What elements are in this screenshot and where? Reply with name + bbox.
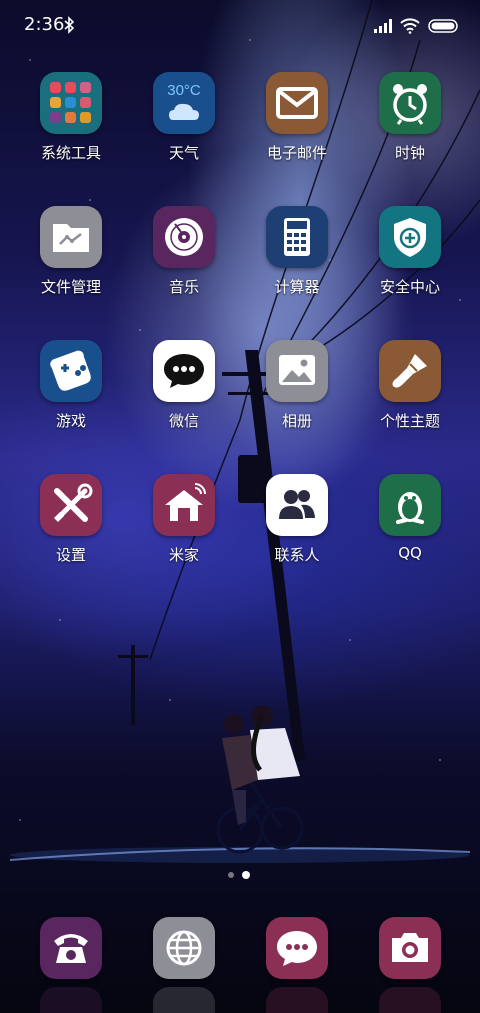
system-tools-folder-icon — [40, 72, 102, 134]
status-bar: 2:36 — [0, 0, 480, 52]
app-label: 时钟 — [394, 144, 425, 162]
gallery-icon — [266, 340, 328, 402]
app-label: 电子邮件 — [266, 144, 327, 162]
dock-browser[interactable] — [129, 917, 239, 979]
status-icons — [374, 16, 460, 36]
file-manager-icon — [40, 206, 102, 268]
bluetooth-icon — [64, 16, 75, 34]
music-disc-icon — [153, 206, 215, 268]
clock-icon — [379, 72, 441, 134]
gamepad-icon — [40, 340, 102, 402]
theme-brush-icon — [379, 340, 441, 402]
dock — [0, 917, 480, 1013]
dock-phone[interactable] — [16, 917, 126, 979]
page-dot-2-active[interactable] — [242, 871, 250, 879]
app-label: 米家 — [168, 546, 199, 564]
dock-reflection — [153, 987, 215, 1013]
dock-messages[interactable] — [242, 917, 352, 979]
app-security-center[interactable]: 安全中心 — [355, 206, 465, 297]
app-label: 天气 — [168, 144, 199, 162]
contacts-icon — [266, 474, 328, 536]
calculator-icon — [266, 206, 328, 268]
app-music[interactable]: 音乐 — [129, 206, 239, 297]
wechat-icon — [153, 340, 215, 402]
dock-camera[interactable] — [355, 917, 465, 979]
signal-icon — [374, 19, 392, 33]
app-clock[interactable]: 时钟 — [355, 72, 465, 163]
app-label: 游戏 — [55, 412, 86, 430]
weather-temperature: 30°C — [167, 82, 201, 99]
app-label: 个性主题 — [379, 412, 440, 430]
app-calculator[interactable]: 计算器 — [242, 206, 352, 297]
mijia-home-icon — [153, 474, 215, 536]
app-label: QQ — [398, 544, 422, 562]
app-label: 文件管理 — [40, 278, 101, 296]
app-label: 联系人 — [274, 546, 320, 564]
messages-icon — [266, 917, 328, 979]
battery-icon — [428, 19, 458, 33]
wifi-icon — [400, 18, 420, 34]
dock-reflection — [266, 987, 328, 1013]
page-dot-1[interactable] — [228, 872, 234, 878]
app-wechat[interactable]: 微信 — [129, 340, 239, 431]
phone-icon — [40, 917, 102, 979]
security-shield-icon — [379, 206, 441, 268]
browser-globe-icon — [153, 917, 215, 979]
app-label: 微信 — [168, 412, 199, 430]
app-label: 设置 — [55, 546, 86, 564]
dock-reflection — [40, 987, 102, 1013]
app-qq[interactable]: QQ — [355, 474, 465, 562]
app-label: 计算器 — [274, 278, 320, 296]
app-system-tools[interactable]: 系统工具 — [16, 72, 126, 163]
app-mijia[interactable]: 米家 — [129, 474, 239, 565]
app-weather[interactable]: 30°C 天气 — [129, 72, 239, 163]
weather-icon: 30°C — [153, 72, 215, 134]
qq-penguin-icon — [379, 474, 441, 536]
app-file-manager[interactable]: 文件管理 — [16, 206, 126, 297]
app-label: 音乐 — [168, 278, 199, 296]
app-contacts[interactable]: 联系人 — [242, 474, 352, 565]
app-label: 相册 — [281, 412, 312, 430]
settings-tools-icon — [40, 474, 102, 536]
mail-icon — [266, 72, 328, 134]
app-label: 安全中心 — [379, 278, 440, 296]
app-themes[interactable]: 个性主题 — [355, 340, 465, 431]
app-games[interactable]: 游戏 — [16, 340, 126, 431]
status-time: 2:36 — [24, 14, 65, 35]
camera-icon — [379, 917, 441, 979]
app-gallery[interactable]: 相册 — [242, 340, 352, 431]
page-indicator — [228, 871, 250, 879]
app-label: 系统工具 — [40, 144, 101, 162]
app-email[interactable]: 电子邮件 — [242, 72, 352, 163]
dock-reflection — [379, 987, 441, 1013]
app-settings[interactable]: 设置 — [16, 474, 126, 565]
